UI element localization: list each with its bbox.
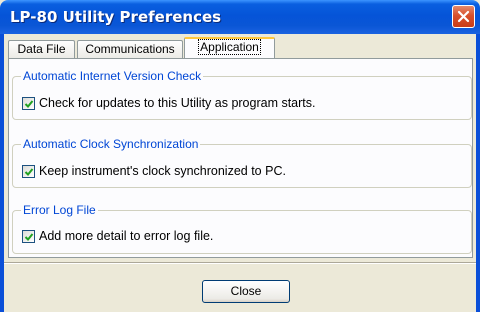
tab-application[interactable]: Application xyxy=(184,37,275,59)
checkbox[interactable] xyxy=(22,96,35,110)
tab-label: Data File xyxy=(17,42,66,56)
tab-data-file[interactable]: Data File xyxy=(8,40,75,58)
window-frame-left xyxy=(0,34,4,312)
option-keep-clock-synced[interactable]: Keep instrument's clock synchronized to … xyxy=(22,164,286,178)
window-title: LP-80 Utility Preferences xyxy=(10,8,222,26)
group-title: Automatic Internet Version Check xyxy=(21,69,204,83)
checkmark-icon xyxy=(24,232,34,241)
footer-divider xyxy=(4,262,476,264)
checkbox[interactable] xyxy=(22,164,35,178)
title-bar[interactable]: LP-80 Utility Preferences xyxy=(0,0,480,34)
close-x-icon xyxy=(457,10,470,23)
option-check-updates[interactable]: Check for updates to this Utility as pro… xyxy=(22,96,316,110)
option-detailed-error-log[interactable]: Add more detail to error log file. xyxy=(22,229,213,243)
tab-label: Application xyxy=(198,39,261,55)
option-label: Add more detail to error log file. xyxy=(39,229,214,243)
option-label: Check for updates to this Utility as pro… xyxy=(39,96,316,110)
close-button[interactable]: Close xyxy=(202,280,290,303)
checkmark-icon xyxy=(24,99,34,108)
group-title: Error Log File xyxy=(21,203,98,217)
checkbox[interactable] xyxy=(22,229,35,243)
window-frame-right xyxy=(476,34,480,312)
close-window-button[interactable] xyxy=(452,5,475,28)
tab-label: Communications xyxy=(85,42,175,56)
option-label: Keep instrument's clock synchronized to … xyxy=(39,164,286,178)
tab-communications[interactable]: Communications xyxy=(77,40,183,58)
preferences-window: LP-80 Utility Preferences Data File Comm… xyxy=(0,0,480,312)
checkmark-icon xyxy=(24,167,34,176)
group-title: Automatic Clock Synchronization xyxy=(21,137,201,151)
